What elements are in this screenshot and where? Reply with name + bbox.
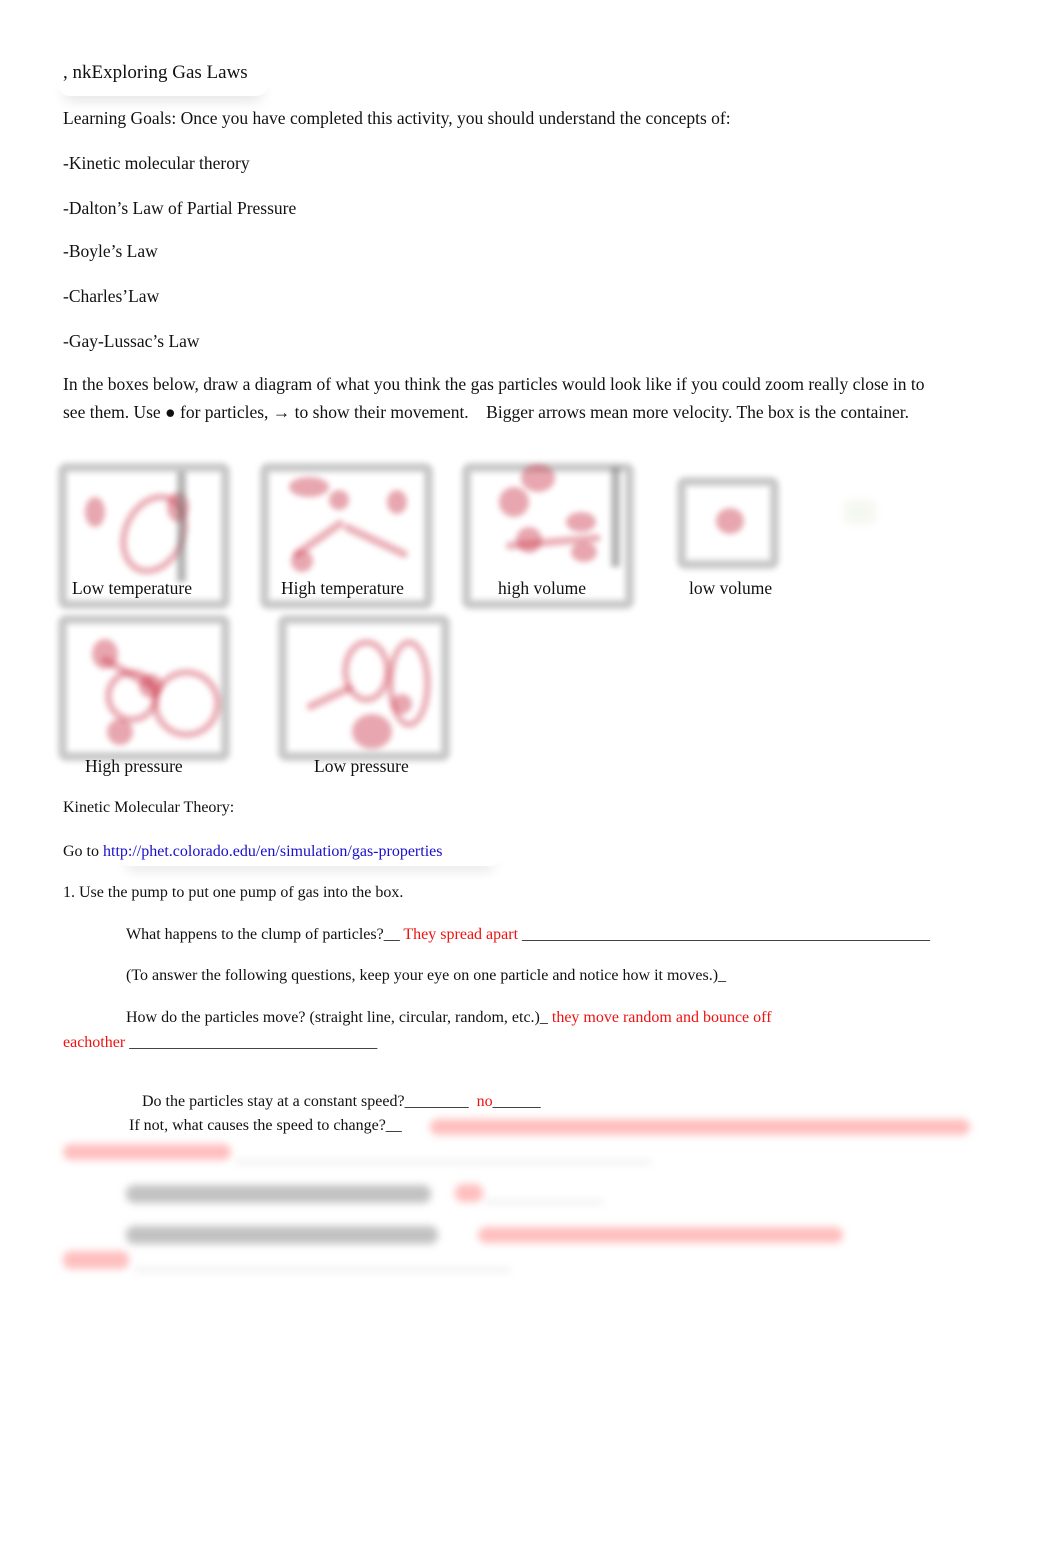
answer-blank: _______________________________ (125, 1034, 378, 1051)
diagram-label: low volume (689, 578, 773, 598)
diagram-label: Low temperature (72, 578, 193, 598)
simulation-link[interactable]: http://phet.colorado.edu/en/simulation/g… (103, 843, 442, 860)
diagram-box (58, 615, 230, 761)
document-title: , nkExploring Gas Laws (63, 62, 248, 83)
instructions-line-1: In the boxes below, draw a diagram of wh… (63, 374, 925, 394)
diagram-label: Low pressure (314, 756, 409, 776)
step-1: 1. Use the pump to put one pump of gas i… (63, 884, 404, 901)
blurred-blank (485, 1200, 603, 1204)
faint-artifact (845, 500, 875, 524)
question-movement: How do the particles move? (straight lin… (126, 1009, 772, 1027)
question-prompt: What happens to the clump of particles?_… (126, 926, 404, 943)
diagram-label: high volume (498, 578, 586, 598)
diagram-box (278, 615, 450, 761)
goto-prefix: Go to (63, 843, 103, 860)
learning-goals-text: Once you have completed this activity, y… (180, 108, 731, 128)
instructions-line-2: see them. Use ● for particles, → to show… (63, 402, 909, 422)
diagram-label: High pressure (85, 756, 183, 776)
answer-text[interactable]: they move random and bounce off (552, 1009, 772, 1026)
answer-blank: ________________________________________… (518, 926, 931, 943)
question-prompt: How do the particles move? (straight lin… (126, 1009, 552, 1026)
learning-goals: Learning Goals: Once you have completed … (63, 108, 731, 129)
question-prompt: Do the particles stay at a constant spee… (142, 1093, 477, 1110)
blurred-answer (455, 1184, 483, 1202)
goal-item: -Charles’Law (63, 286, 160, 306)
blurred-question (126, 1226, 438, 1244)
goal-item: -Dalton’s Law of Partial Pressure (63, 198, 297, 218)
instruction-note: (To answer the following questions, keep… (126, 967, 727, 984)
blurred-answer (478, 1227, 843, 1243)
answer-text[interactable]: They spread apart (403, 926, 518, 943)
blurred-answer (63, 1144, 231, 1160)
answer-text[interactable]: eachother (63, 1034, 125, 1051)
goto-line: Go to http://phet.colorado.edu/en/simula… (63, 843, 442, 861)
blurred-answer (63, 1251, 129, 1269)
section-heading: Kinetic Molecular Theory: (63, 799, 235, 816)
question-movement-continued: eachother ______________________________… (63, 1034, 377, 1052)
diagram-box (677, 477, 779, 569)
diagram-label: High temperature (281, 578, 404, 598)
blurred-question (126, 1185, 431, 1203)
goal-item: -Gay-Lussac’s Law (63, 331, 200, 351)
learning-goals-label: Learning Goals: (63, 108, 177, 128)
blurred-answer (430, 1119, 970, 1135)
answer-text[interactable]: no (477, 1093, 493, 1110)
answer-blank: ______ (492, 1093, 541, 1110)
blurred-blank (135, 1268, 510, 1272)
goal-item: -Kinetic molecular therory (63, 153, 250, 173)
question-speed-change: If not, what causes the speed to change?… (129, 1117, 402, 1134)
question-clump: What happens to the clump of particles?_… (126, 926, 930, 944)
blurred-blank (236, 1160, 651, 1164)
goal-item: -Boyle’s Law (63, 241, 158, 261)
